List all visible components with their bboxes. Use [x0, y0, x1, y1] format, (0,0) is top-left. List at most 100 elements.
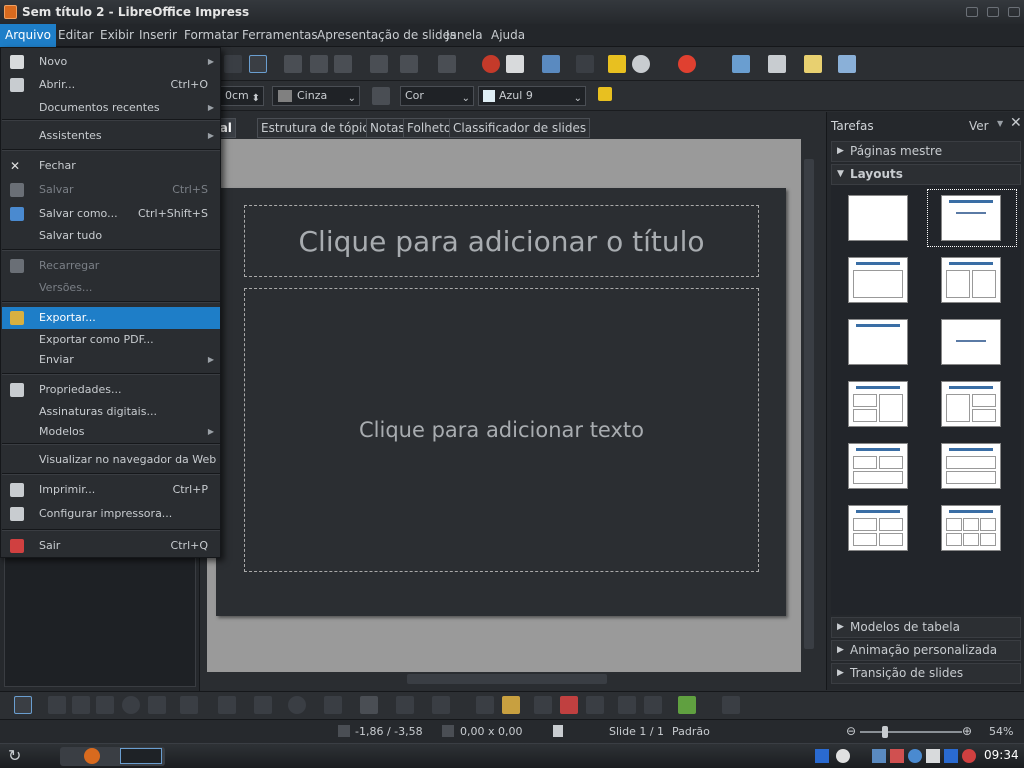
callouts-icon[interactable] — [396, 696, 414, 714]
help-lifesaver-icon[interactable] — [678, 55, 696, 73]
horizontal-scrollbar[interactable] — [207, 672, 801, 686]
line-color-select[interactable]: Cinza ⌄ — [272, 86, 360, 106]
horizontal-scroll-thumb[interactable] — [407, 674, 607, 684]
stars-icon[interactable] — [432, 696, 450, 714]
file-menu-item[interactable]: Propriedades... — [2, 379, 220, 401]
file-menu-item[interactable]: Exportar... — [2, 307, 220, 329]
menu-arquivo[interactable]: Arquivo — [0, 24, 56, 47]
slide-design-icon[interactable] — [804, 55, 822, 73]
spellcheck-icon[interactable] — [224, 55, 242, 73]
file-menu-item[interactable]: Salvar Ctrl+S — [2, 179, 220, 201]
menu-editar[interactable]: Editar — [53, 24, 99, 47]
menu-ferramentas[interactable]: Ferramentas — [237, 24, 323, 47]
close-icon[interactable]: ✕ — [1010, 115, 1022, 131]
layout-4-content[interactable] — [848, 505, 908, 551]
chart-icon[interactable] — [482, 55, 500, 73]
select-pointer-icon[interactable] — [14, 696, 32, 714]
section-animacao-personalizada[interactable]: ▶ Animação personalizada — [831, 640, 1021, 661]
maximize-button[interactable] — [987, 7, 999, 17]
slide[interactable]: Clique para adicionar o título Clique pa… — [216, 188, 786, 616]
points-icon[interactable] — [608, 55, 626, 73]
file-menu-item[interactable]: Salvar como... Ctrl+Shift+S — [2, 203, 220, 225]
slide-show-icon[interactable] — [732, 55, 750, 73]
zoom-in-icon[interactable]: ⊕ — [962, 724, 972, 738]
autospellcheck-icon[interactable] — [249, 55, 267, 73]
file-menu-item[interactable]: Exportar como PDF... — [2, 329, 220, 351]
flowchart-icon[interactable] — [360, 696, 378, 714]
layout-title-only[interactable] — [848, 319, 908, 365]
layout-title-content-2[interactable] — [848, 381, 908, 427]
rotate-icon[interactable] — [618, 696, 636, 714]
minimize-button[interactable] — [966, 7, 978, 17]
redo-icon[interactable] — [438, 55, 456, 73]
document-modified-icon[interactable] — [553, 725, 563, 737]
title-placeholder[interactable]: Clique para adicionar o título — [244, 205, 759, 277]
section-transicao-de-slides[interactable]: ▶ Transição de slides — [831, 663, 1021, 684]
section-paginas-mestre[interactable]: ▶ Páginas mestre — [831, 141, 1021, 162]
tab-folheto[interactable]: Folheto — [403, 118, 456, 138]
tray-apps-icon[interactable] — [890, 749, 904, 763]
text-placeholder[interactable]: Clique para adicionar texto — [244, 288, 759, 572]
layout-centered-text[interactable] — [941, 319, 1001, 365]
gallery-icon[interactable] — [586, 696, 604, 714]
tray-keyboard-icon[interactable] — [815, 749, 829, 763]
file-menu-item[interactable]: Assinaturas digitais... — [2, 401, 220, 423]
zoom-out-icon[interactable]: ⊖ — [846, 724, 856, 738]
tray-people-icon[interactable] — [872, 749, 886, 763]
vertical-scroll-thumb[interactable] — [804, 159, 814, 649]
file-menu-item[interactable]: Novo ▶ — [2, 51, 220, 73]
curve-icon[interactable] — [180, 696, 198, 714]
tab-classificador-de-slides[interactable]: Classificador de slides — [449, 118, 591, 138]
start-menu-icon[interactable]: ↻ — [8, 746, 21, 765]
text-tool-icon[interactable] — [148, 696, 166, 714]
zoom-slider-thumb[interactable] — [882, 726, 888, 738]
file-menu-item[interactable]: Assistentes ▶ — [2, 125, 220, 147]
arrange-icon[interactable] — [678, 696, 696, 714]
tray-update-icon[interactable] — [908, 749, 922, 763]
alignment-icon[interactable] — [644, 696, 662, 714]
display-icon[interactable] — [838, 55, 856, 73]
grid-icon[interactable] — [576, 55, 594, 73]
file-menu-item[interactable]: Imprimir... Ctrl+P — [2, 479, 220, 501]
menu-formatar[interactable]: Formatar — [179, 24, 244, 47]
layout-blank[interactable] — [848, 195, 908, 241]
layout-6-content[interactable] — [941, 505, 1001, 551]
cut-icon[interactable] — [284, 55, 302, 73]
file-menu-item[interactable]: Salvar tudo — [2, 225, 220, 247]
tray-screen-icon[interactable] — [944, 749, 958, 763]
area-style-select[interactable]: Cor ⌄ — [400, 86, 474, 106]
shadow-icon[interactable] — [598, 87, 612, 101]
block-arrows-icon[interactable] — [324, 696, 342, 714]
section-modelos-de-tabela[interactable]: ▶ Modelos de tabela — [831, 617, 1021, 638]
ellipse-icon[interactable] — [122, 696, 140, 714]
layout-content-2-title[interactable] — [941, 381, 1001, 427]
rectangle-icon[interactable] — [96, 696, 114, 714]
tray-alert-icon[interactable] — [962, 749, 976, 763]
menu-inserir[interactable]: Inserir — [134, 24, 182, 47]
tray-device-icon[interactable] — [926, 749, 940, 763]
slide-layout-icon[interactable] — [768, 55, 786, 73]
file-menu-item[interactable]: Enviar ▶ — [2, 349, 220, 371]
line-width-field[interactable]: 0cm ⬍ — [220, 86, 264, 106]
file-menu-item[interactable]: Versões... — [2, 277, 220, 299]
fontwork-icon[interactable] — [534, 696, 552, 714]
chevron-down-icon[interactable]: ▼ — [997, 119, 1003, 128]
browser-icon[interactable] — [84, 748, 100, 764]
file-menu-item[interactable]: Sair Ctrl+Q — [2, 535, 220, 557]
zoom-slider[interactable] — [860, 731, 962, 733]
connector-icon[interactable] — [218, 696, 236, 714]
undo-icon[interactable] — [400, 55, 418, 73]
tray-network-icon[interactable] — [836, 749, 850, 763]
file-menu-item[interactable]: Configurar impressora... — [2, 503, 220, 525]
paste-icon[interactable] — [334, 55, 352, 73]
impress-task-button[interactable] — [120, 748, 162, 764]
line-tool-icon[interactable] — [48, 696, 66, 714]
tasks-view-button[interactable]: Ver — [969, 119, 989, 133]
points-edit-icon[interactable] — [476, 696, 494, 714]
close-window-button[interactable] — [1008, 7, 1020, 17]
file-menu-item[interactable]: Documentos recentes ▶ — [2, 97, 220, 119]
file-menu-item[interactable]: ✕ Fechar — [2, 155, 220, 177]
table-icon[interactable] — [506, 55, 524, 73]
basic-shapes-icon[interactable] — [254, 696, 272, 714]
menu-exibir[interactable]: Exibir — [95, 24, 139, 47]
